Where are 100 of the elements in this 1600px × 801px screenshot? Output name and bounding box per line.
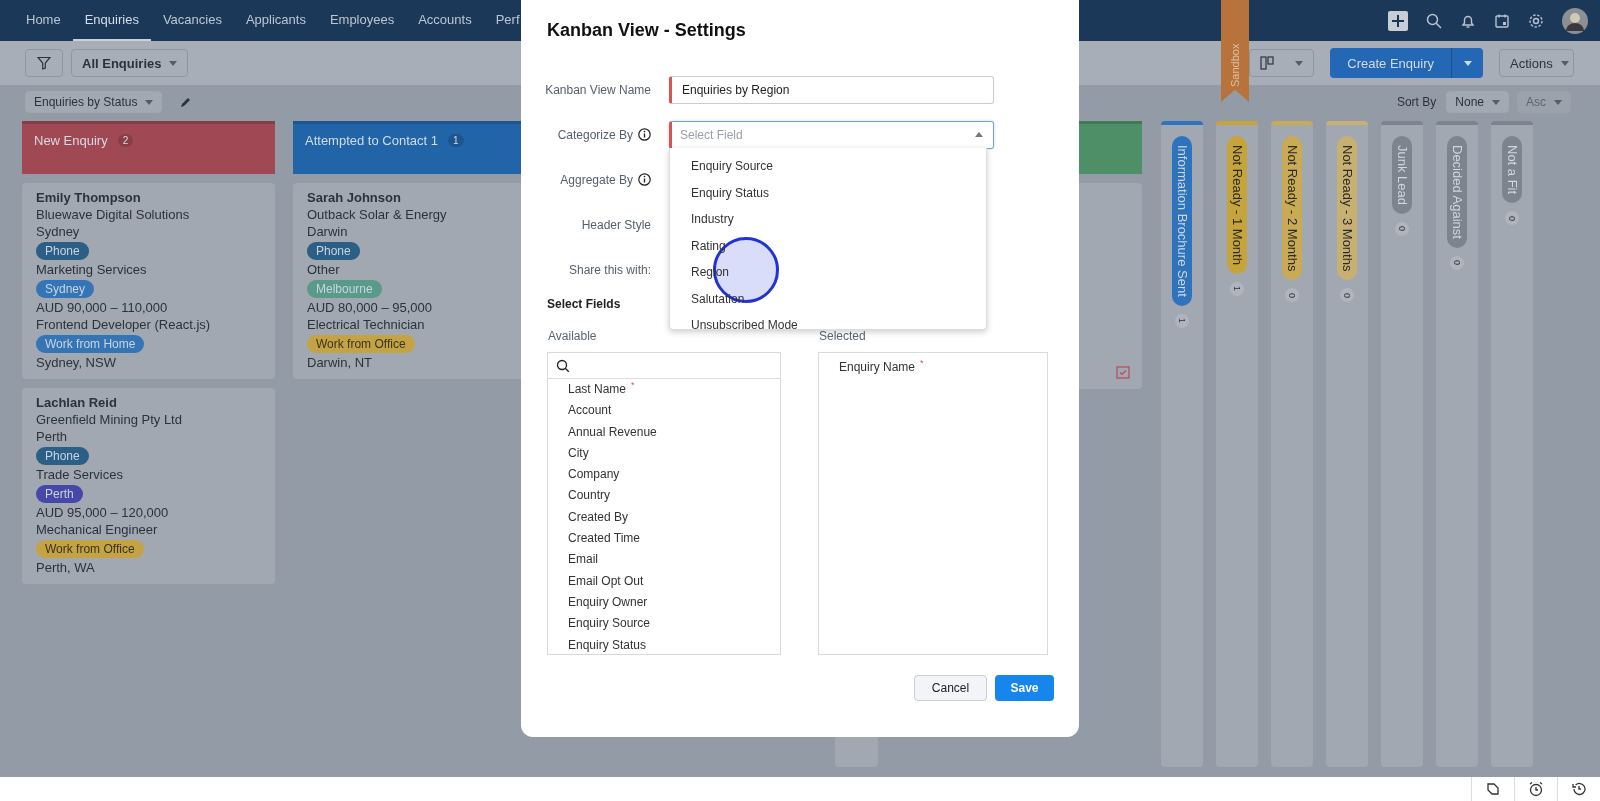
history-icon[interactable] bbox=[1571, 781, 1587, 797]
card-text: Outback Solar & Energy bbox=[307, 206, 448, 223]
field-label: Kanban View Name bbox=[545, 82, 651, 97]
field-option[interactable]: Annual Revenue bbox=[548, 421, 780, 443]
dropdown-option[interactable]: Industry bbox=[670, 206, 986, 233]
field-option[interactable]: Last Name * bbox=[548, 379, 780, 401]
field-option[interactable]: Account bbox=[548, 400, 780, 422]
sort-by-label: Sort By bbox=[1396, 95, 1437, 109]
column-title: Not Ready - 1 Month bbox=[1227, 136, 1247, 274]
cancel-button[interactable]: Cancel bbox=[914, 675, 987, 701]
tag: Phone bbox=[36, 446, 89, 465]
layout-toggle-button[interactable] bbox=[1249, 49, 1315, 77]
edit-icon[interactable] bbox=[180, 96, 193, 108]
dropdown-option[interactable]: Rating bbox=[670, 232, 986, 259]
column-count: 0 bbox=[1505, 211, 1519, 226]
required-mark: * bbox=[631, 379, 635, 392]
nav-tab[interactable]: Applicants bbox=[233, 0, 318, 41]
section-title: Select Fields bbox=[547, 297, 621, 311]
card-text: Bluewave Digital Solutions bbox=[36, 206, 191, 223]
card-text: Perth, WA bbox=[36, 559, 96, 576]
filter-button[interactable] bbox=[25, 49, 63, 77]
column-title: Junk Lead bbox=[1392, 136, 1412, 214]
required-mark: * bbox=[920, 357, 924, 370]
field-option[interactable]: Enquiry Name * bbox=[819, 357, 1047, 379]
view-name-field[interactable]: Enquiries by Region bbox=[669, 75, 994, 104]
nav-tab[interactable]: Home bbox=[14, 0, 73, 41]
column-title: Attempted to Contact 1 bbox=[305, 133, 438, 148]
card-name: Sarah Johnson bbox=[307, 189, 402, 206]
collapsed-column[interactable]: Not Ready - 3 Months 0 bbox=[1326, 121, 1368, 767]
search-icon[interactable] bbox=[1426, 12, 1442, 29]
card-text: Sydney bbox=[36, 223, 81, 240]
nav-tab[interactable]: Employees bbox=[317, 0, 407, 41]
card-text: Other bbox=[307, 261, 341, 278]
card-text: Marketing Services bbox=[36, 261, 148, 278]
actions-button[interactable]: Actions bbox=[1499, 49, 1574, 77]
field-option[interactable]: Email Opt Out bbox=[548, 570, 780, 592]
info-icon[interactable] bbox=[638, 173, 651, 186]
card-name: Lachlan Reid bbox=[36, 394, 118, 411]
field-option[interactable]: Country bbox=[548, 485, 780, 507]
tag: Phone bbox=[307, 241, 360, 260]
info-icon[interactable] bbox=[638, 128, 651, 141]
card-text: AUD 95,000 – 120,000 bbox=[36, 504, 170, 521]
collapsed-column[interactable]: Decided Against 0 bbox=[1436, 121, 1478, 767]
column-title: Decided Against bbox=[1447, 136, 1467, 248]
field-label: Share this with: bbox=[568, 262, 651, 277]
card-text: Darwin, NT bbox=[307, 354, 373, 371]
enquiry-card[interactable]: Emily Thompson Bluewave Digital Solutions Sydney Phone Marketing Services Sydney AUD 90,000 – 110,000 Frontend Developer (React.js) Work from Home Sydney, NSW bbox=[22, 183, 275, 379]
field-label: Aggregate By bbox=[560, 172, 633, 187]
column-count: 1 bbox=[447, 134, 464, 147]
field-option[interactable]: Created By bbox=[548, 506, 780, 529]
create-menu-button[interactable] bbox=[1451, 48, 1483, 78]
save-button[interactable]: Save bbox=[995, 675, 1054, 701]
collapsed-column[interactable]: Not Ready - 2 Months 0 bbox=[1271, 121, 1313, 767]
column-count: 0 bbox=[1450, 255, 1464, 270]
field-option[interactable]: Enquiry Owner bbox=[548, 591, 780, 614]
card-name: Emily Thompson bbox=[36, 189, 142, 206]
tag: Sydney bbox=[36, 279, 95, 298]
create-enquiry-button[interactable]: Create Enquiry bbox=[1330, 48, 1451, 78]
collapsed-column[interactable]: Not a Fit 0 bbox=[1491, 121, 1533, 767]
column-title: New Enquiry bbox=[34, 133, 108, 148]
alarm-icon[interactable] bbox=[1528, 781, 1544, 797]
nav-tab[interactable]: Accounts bbox=[406, 0, 484, 41]
card-text: Frontend Developer (React.js) bbox=[36, 316, 212, 333]
card-text: Mechanical Engineer bbox=[36, 521, 159, 538]
field-option[interactable]: City bbox=[548, 442, 780, 465]
collapsed-column[interactable]: Not Ready - 1 Month 1 bbox=[1216, 121, 1258, 767]
dialog-title: Kanban View - Settings bbox=[547, 20, 747, 42]
dropdown-option[interactable]: Enquiry Source bbox=[670, 153, 986, 180]
calendar-icon[interactable] bbox=[1494, 12, 1510, 29]
add-icon[interactable] bbox=[1388, 10, 1408, 31]
dropdown-option[interactable]: Unsubscribed Mode bbox=[670, 312, 986, 329]
field-label: Categorize By bbox=[557, 127, 633, 142]
column-count: 0 bbox=[1285, 288, 1299, 303]
column-title: Not Ready - 3 Months bbox=[1337, 136, 1357, 281]
field-option[interactable]: Created Time bbox=[548, 528, 780, 550]
card-text: Greenfield Mining Pty Ltd bbox=[36, 411, 183, 428]
field-option[interactable]: Email bbox=[548, 549, 780, 571]
column-count: 0 bbox=[1395, 222, 1409, 236]
card-text: Sydney, NSW bbox=[36, 354, 117, 371]
settings-icon[interactable] bbox=[1528, 12, 1544, 29]
tag: Work from Home bbox=[36, 334, 145, 353]
avatar-icon[interactable] bbox=[1562, 7, 1588, 34]
field-option[interactable]: Enquiry Source bbox=[548, 613, 780, 635]
nav-tab[interactable]: Vacancies bbox=[150, 0, 234, 41]
field-label: Header Style bbox=[581, 217, 651, 232]
card-text: AUD 80,000 – 95,000 bbox=[307, 299, 434, 316]
column-count: 1 bbox=[1230, 281, 1244, 296]
sort-field-dropdown[interactable]: None bbox=[1446, 91, 1509, 113]
collapsed-column[interactable]: Junk Lead 0 bbox=[1381, 121, 1423, 767]
tag: Melbourne bbox=[307, 279, 382, 298]
field-option[interactable]: Enquiry Status bbox=[548, 634, 780, 654]
collapsed-column[interactable]: Information Brochure Sent 1 bbox=[1161, 121, 1203, 767]
dropdown-option[interactable]: Enquiry Status bbox=[670, 179, 986, 206]
column-title: Not Ready - 2 Months bbox=[1282, 136, 1302, 281]
tag: Phone bbox=[36, 241, 89, 260]
view-dropdown[interactable]: All Enquiries bbox=[71, 49, 189, 77]
enquiry-card[interactable]: Lachlan Reid Greenfield Mining Pty Ltd Perth Phone Trade Services Perth AUD 95,000 – 120,000 Mechanical Engineer Work from Office Perth, WA bbox=[22, 388, 275, 584]
field-option[interactable]: Company bbox=[548, 464, 780, 486]
kanban-view-dropdown[interactable]: Enquiries by Status bbox=[25, 91, 163, 113]
card-text: Darwin bbox=[307, 223, 349, 240]
